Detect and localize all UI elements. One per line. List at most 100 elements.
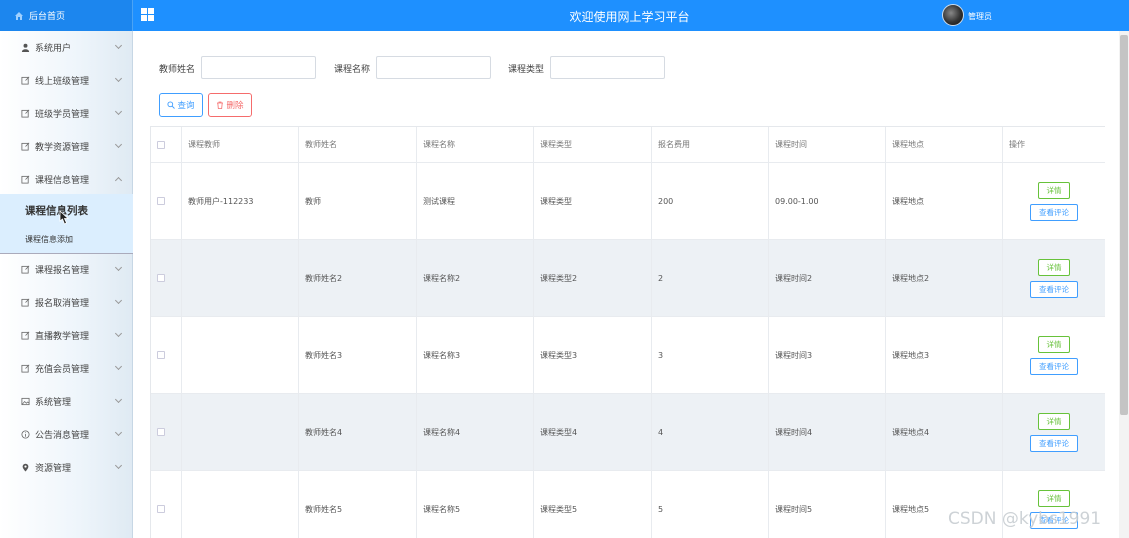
table-cell: 5 [652,471,769,538]
sidebar-item-label: 线上班级管理 [35,77,90,87]
table-row: 教师姓名4 课程名称4 课程类型4 4 课程时间4 课程地点4 详情 查看评论 [151,394,1105,471]
detail-button[interactable]: 详情 [1038,258,1070,276]
table-cell: 课程地点3 [886,317,1003,393]
teacher-name-label: 教师姓名 [159,65,196,75]
location-icon [22,463,29,472]
table-cell: 200 [652,163,769,239]
view-comments-button[interactable]: 查看评论 [1030,280,1078,298]
sidebar-item-label: 班级学员管理 [35,110,90,120]
column-header: 课程地点 [886,127,1003,162]
sidebar-item-resources[interactable]: 资源管理 [0,451,133,484]
search-icon [167,101,176,109]
row-actions: 详情 查看评论 [1003,240,1105,316]
detail-button[interactable]: 详情 [1038,181,1070,199]
table-cell: 教师姓名5 [299,471,417,538]
column-header: 报名费用 [652,127,769,162]
query-button[interactable]: 查询 [159,93,203,117]
user-icon [21,43,30,52]
mouse-cursor-icon [59,210,70,225]
sidebar-item-live-teaching[interactable]: 直播教学管理 [0,319,133,352]
detail-button[interactable]: 详情 [1038,335,1070,353]
sidebar-item-course-signup[interactable]: 课程报名管理 [0,253,133,286]
chevron-down-icon [114,74,123,83]
chevron-up-icon [114,176,123,185]
sidebar-item-membership[interactable]: 充值会员管理 [0,352,133,385]
course-name-label: 课程名称 [334,65,371,75]
scrollbar[interactable] [1119,31,1129,538]
view-comments-button[interactable]: 查看评论 [1030,203,1078,221]
table-cell: 课程名称2 [417,240,534,316]
trash-icon [217,101,224,109]
table-cell: 课程地点2 [886,240,1003,316]
chevron-down-icon [114,362,123,371]
column-header: 教师姓名 [299,127,417,162]
avatar[interactable] [942,4,964,26]
table-cell [182,471,299,538]
detail-button[interactable]: 详情 [1038,489,1070,507]
sidebar-item-system-users[interactable]: 系统用户 [0,31,133,64]
row-checkbox[interactable] [157,428,165,436]
course-type-input[interactable] [550,56,665,79]
user-name[interactable]: 管理员 [968,11,992,22]
sidebar-item-label: 系统管理 [35,398,72,408]
select-all-checkbox[interactable] [157,140,165,149]
detail-button[interactable]: 详情 [1038,412,1070,430]
delete-button[interactable]: 删除 [208,93,252,117]
table-cell: 课程时间5 [769,471,886,538]
sidebar: 系统用户 线上班级管理 班级学员管理 教学资源管理 课程信息管理 课程信息列表 … [0,31,133,538]
table-cell: 09.00-1.00 [769,163,886,239]
row-checkbox[interactable] [157,505,165,513]
sidebar-item-signup-cancel[interactable]: 报名取消管理 [0,286,133,319]
chevron-down-icon [114,428,123,437]
table-row: 教师姓名3 课程名称3 课程类型3 3 课程时间3 课程地点3 详情 查看评论 [151,317,1105,394]
sidebar-item-system[interactable]: 系统管理 [0,385,133,418]
row-checkbox[interactable] [157,351,165,359]
delete-button-label: 删除 [226,101,244,111]
table-cell: 测试课程 [417,163,534,239]
row-checkbox[interactable] [157,197,165,205]
table-cell: 2 [652,240,769,316]
chevron-down-icon [114,107,123,116]
table-cell [182,317,299,393]
sidebar-item-class-students[interactable]: 班级学员管理 [0,97,133,130]
course-name-input[interactable] [376,56,491,79]
edit-icon [21,109,30,118]
sidebar-subitem-course-add[interactable]: 课程信息添加 [0,226,133,253]
view-comments-button[interactable]: 查看评论 [1030,434,1078,452]
table-row: 教师用户-112233 教师 测试课程 课程类型 200 09.00-1.00 课程地点 详情… [151,163,1105,240]
table-cell: 课程类型3 [534,317,652,393]
scrollbar-thumb[interactable] [1120,35,1128,415]
table-cell: 课程地点 [886,163,1003,239]
table-cell: 课程类型5 [534,471,652,538]
sidebar-item-label: 资源管理 [35,464,72,474]
column-header: 课程教师 [182,127,299,162]
sidebar-item-course-info[interactable]: 课程信息管理 [0,163,133,196]
edit-icon [21,175,30,184]
sidebar-item-online-class[interactable]: 线上班级管理 [0,64,133,97]
chevron-down-icon [114,296,123,305]
chevron-down-icon [114,329,123,338]
teacher-name-input[interactable] [201,56,316,79]
image-icon [21,397,30,406]
row-checkbox[interactable] [157,274,165,282]
table-cell: 教师姓名4 [299,394,417,470]
query-button-label: 查询 [177,101,195,111]
table-cell: 课程地点4 [886,394,1003,470]
sidebar-item-label: 直播教学管理 [35,332,90,342]
sidebar-item-label: 课程报名管理 [35,266,90,276]
row-actions: 详情 查看评论 [1003,317,1105,393]
view-comments-button[interactable]: 查看评论 [1030,357,1078,375]
table-cell: 4 [652,394,769,470]
table-cell [182,240,299,316]
sidebar-item-announcements[interactable]: 公告消息管理 [0,418,133,451]
column-header: 课程时间 [769,127,886,162]
table-cell: 课程名称3 [417,317,534,393]
table-cell: 课程名称4 [417,394,534,470]
sidebar-item-label: 教学资源管理 [35,143,90,153]
top-header: 后台首页 欢迎使用网上学习平台 管理员 [0,0,1129,31]
table-cell: 3 [652,317,769,393]
sidebar-item-teaching-resources[interactable]: 教学资源管理 [0,130,133,163]
sidebar-item-label: 系统用户 [35,44,72,54]
table-cell: 课程名称5 [417,471,534,538]
table-cell: 课程类型 [534,163,652,239]
